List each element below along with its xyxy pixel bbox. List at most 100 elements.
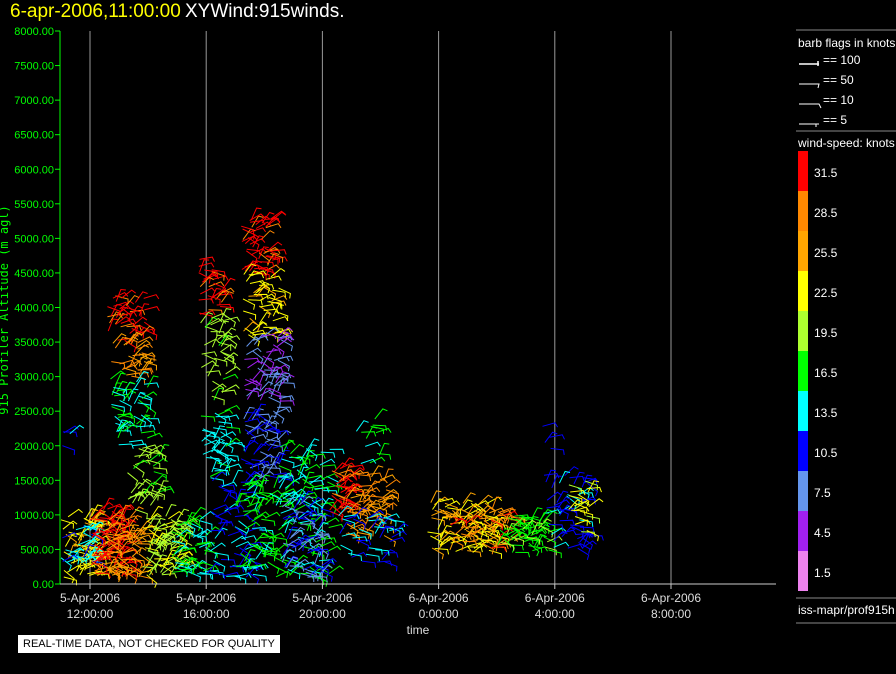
wind-barb [289, 530, 305, 539]
wind-barb [146, 574, 158, 588]
wind-barb [123, 367, 137, 377]
wind-barb [152, 474, 167, 485]
y-tick-label: 2000.00 [14, 441, 54, 453]
wind-barb [220, 343, 236, 353]
x-tick-date: 6-Apr-2006 [525, 591, 585, 605]
wind-barb [224, 316, 241, 322]
wind-barb [232, 469, 244, 483]
wind-barb [380, 474, 396, 481]
wind-barb [144, 306, 160, 312]
wind-barb [260, 230, 275, 241]
wind-barb [559, 519, 575, 526]
wind-barb [140, 424, 156, 431]
wind-barb [261, 518, 276, 527]
colorbar-label: 4.5 [814, 526, 831, 540]
x-tick-date: 6-Apr-2006 [641, 591, 701, 605]
y-tick-label: 8000.00 [14, 26, 54, 38]
wind-barb [112, 391, 126, 402]
wind-barb [110, 370, 126, 380]
colorbar-swatch [798, 271, 808, 311]
colorbar-swatch [798, 431, 808, 471]
wind-barb [153, 471, 167, 481]
colorbar-label: 1.5 [814, 566, 831, 580]
wind-barb [286, 526, 298, 540]
colorbar-label: 22.5 [814, 286, 838, 300]
footer-label: iss-mapr/prof915h [798, 603, 895, 617]
wind-barb [549, 434, 565, 440]
wind-barb [374, 408, 388, 420]
wind-barb [202, 448, 219, 455]
wind-barb [224, 404, 241, 412]
y-tick-label: 3500.00 [14, 337, 54, 349]
x-tick-date: 5-Apr-2006 [176, 591, 236, 605]
wind-barb [247, 360, 263, 369]
wind-barb [245, 270, 259, 282]
wind-barb [567, 543, 584, 549]
wind-barb [368, 547, 383, 555]
wind-barb [329, 448, 345, 455]
colorbar-swatch [798, 151, 808, 191]
y-tick-label: 4000.00 [14, 303, 54, 315]
x-tick-date: 5-Apr-2006 [60, 591, 120, 605]
wind-barb [272, 316, 289, 322]
wind-barb [242, 298, 256, 310]
wind-barb [285, 479, 299, 491]
wind-barb [371, 465, 384, 478]
y-tick-label: 1000.00 [14, 510, 54, 522]
barb-legend-50: == 50 [799, 73, 854, 89]
quality-warning: REAL-TIME DATA, NOT CHECKED FOR QUALITY [18, 635, 280, 653]
wind-barb [431, 547, 444, 560]
wind-barb [266, 275, 282, 281]
wind-barb [586, 515, 601, 524]
wind-barb [139, 575, 153, 584]
colorbar-label: 31.5 [814, 166, 838, 180]
wind-barb [137, 402, 152, 411]
wind-profile-chart: 5-Apr-2006 12:00:00 5-Apr-2006 16:00:00 5-Ap… [0, 26, 896, 637]
wind-barb [60, 519, 74, 529]
barb-legend-50-label: == 50 [823, 73, 854, 87]
wind-barb [221, 389, 237, 395]
wind-barb [243, 440, 259, 450]
barb-legend-5-label: == 5 [823, 113, 847, 127]
wind-barb [558, 470, 571, 484]
wind-barb [302, 478, 315, 492]
wind-barb [158, 444, 170, 457]
wind-barb [201, 360, 217, 368]
wind-barb [279, 400, 295, 406]
y-tick-label: 3000.00 [14, 372, 54, 384]
wind-barb [355, 420, 369, 432]
wind-barb [119, 399, 132, 412]
barb-100-icon [799, 61, 819, 66]
y-tick-label: 4500.00 [14, 268, 54, 280]
colorbar-swatch [798, 311, 808, 351]
wind-barb [124, 339, 137, 353]
wind-barb [213, 504, 230, 511]
wind-barb [439, 508, 452, 521]
wind-barb [252, 350, 264, 364]
x-tick-time: 16:00:00 [183, 607, 230, 621]
x-tick-date: 6-Apr-2006 [409, 591, 469, 605]
wind-barb [528, 545, 543, 553]
colorbar-label: 25.5 [814, 246, 838, 260]
wind-barb [148, 514, 161, 527]
x-tick-time: 12:00:00 [67, 607, 114, 621]
y-tick-label: 6000.00 [14, 164, 54, 176]
wind-barb [210, 529, 226, 535]
wind-barb [550, 447, 565, 455]
wind-barb [230, 535, 247, 544]
wind-barb [308, 474, 324, 481]
colorbar-swatch [798, 471, 808, 511]
wind-barb [515, 551, 531, 558]
wind-barb [62, 445, 76, 456]
wind-barb [147, 459, 161, 469]
wind-barb [262, 355, 275, 368]
wind-barb [478, 494, 493, 505]
wind-barb [67, 508, 83, 518]
colorbar-label: 13.5 [814, 406, 838, 420]
barb-legend-100: == 100 [799, 53, 861, 67]
wind-barb [361, 560, 377, 568]
barb-legend-100-label: == 100 [823, 53, 861, 67]
colorbar-label: 28.5 [814, 206, 838, 220]
wind-barb [143, 294, 160, 300]
wind-barb [281, 458, 295, 468]
